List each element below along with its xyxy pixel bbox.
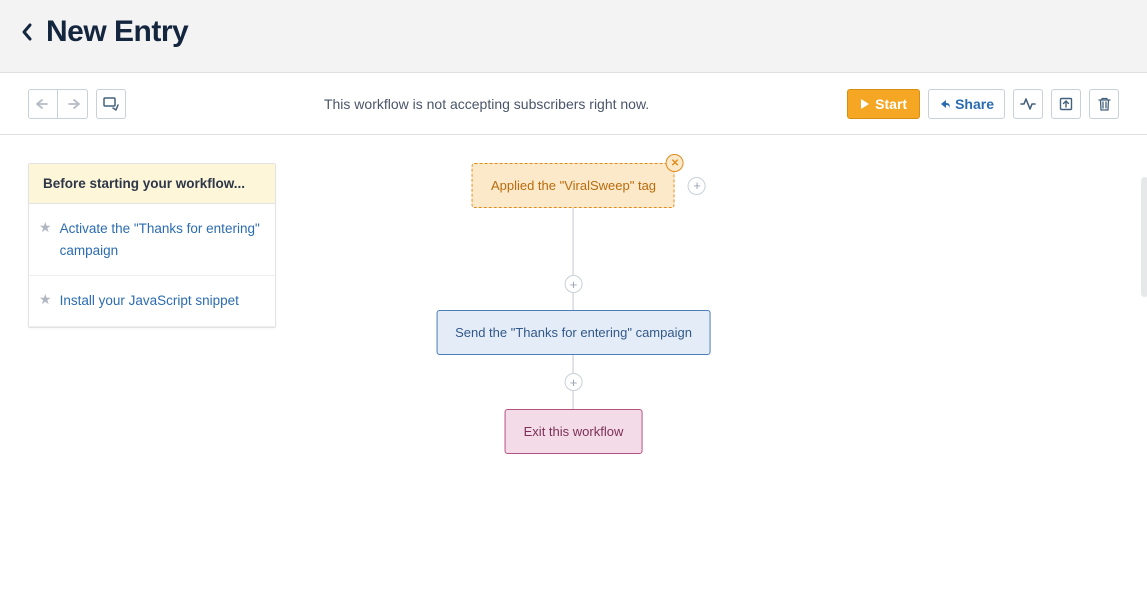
exit-node-label: Exit this workflow	[524, 424, 624, 439]
action-node-label: Send the "Thanks for entering" campaign	[455, 325, 692, 340]
start-button-label: Start	[875, 96, 907, 112]
trigger-node[interactable]: Applied the "ViralSweep" tag ✕ +	[472, 163, 675, 208]
add-trigger-button[interactable]: +	[688, 177, 706, 195]
page-title: New Entry	[46, 15, 188, 49]
close-icon: ✕	[671, 158, 679, 169]
play-icon	[860, 98, 870, 110]
add-step-button[interactable]: +	[565, 373, 583, 391]
checklist-item-label: Activate the "Thanks for entering" campa…	[60, 218, 261, 261]
export-button[interactable]	[1051, 89, 1081, 119]
trigger-node-label: Applied the "ViralSweep" tag	[491, 178, 656, 193]
layout-icon	[103, 97, 119, 111]
share-button-label: Share	[955, 96, 994, 112]
plus-icon: +	[570, 375, 578, 390]
plus-icon: +	[570, 277, 578, 292]
delete-button[interactable]	[1089, 89, 1119, 119]
checklist-item[interactable]: ★ Install your JavaScript snippet	[29, 276, 275, 327]
connector-line	[573, 208, 574, 310]
star-icon: ★	[39, 219, 52, 236]
remove-trigger-button[interactable]: ✕	[666, 154, 684, 172]
add-step-button[interactable]: +	[565, 275, 583, 293]
share-button[interactable]: Share	[928, 89, 1005, 119]
back-icon[interactable]	[20, 22, 34, 42]
auto-layout-button[interactable]	[96, 89, 126, 119]
toolbar-right-group: Start Share	[847, 89, 1119, 119]
toolbar: This workflow is not accepting subscribe…	[0, 73, 1147, 135]
activity-button[interactable]	[1013, 89, 1043, 119]
checklist-item[interactable]: ★ Activate the "Thanks for entering" cam…	[29, 204, 275, 276]
status-message: This workflow is not accepting subscribe…	[126, 96, 847, 112]
undo-button[interactable]	[28, 89, 58, 119]
export-icon	[1059, 97, 1073, 111]
star-icon: ★	[39, 291, 52, 308]
activity-icon	[1020, 97, 1036, 111]
checklist-header: Before starting your workflow...	[29, 164, 275, 204]
workflow-canvas: Before starting your workflow... ★ Activ…	[0, 135, 1147, 356]
plus-icon: +	[693, 178, 701, 193]
checklist-item-label: Install your JavaScript snippet	[60, 290, 239, 312]
trash-icon	[1098, 97, 1111, 111]
sidebar-scrollbar[interactable]	[1141, 177, 1147, 297]
redo-button[interactable]	[58, 89, 88, 119]
page-header: New Entry	[0, 0, 1147, 73]
redo-arrow-icon	[66, 98, 80, 110]
action-node[interactable]: Send the "Thanks for entering" campaign	[436, 310, 711, 355]
toolbar-left-group	[28, 89, 126, 119]
flow-column: Applied the "ViralSweep" tag ✕ + + Send …	[436, 163, 711, 454]
exit-node[interactable]: Exit this workflow	[505, 409, 643, 454]
undo-arrow-icon	[36, 98, 50, 110]
start-button[interactable]: Start	[847, 89, 920, 119]
reply-icon	[939, 98, 951, 110]
checklist-panel: Before starting your workflow... ★ Activ…	[28, 163, 276, 328]
